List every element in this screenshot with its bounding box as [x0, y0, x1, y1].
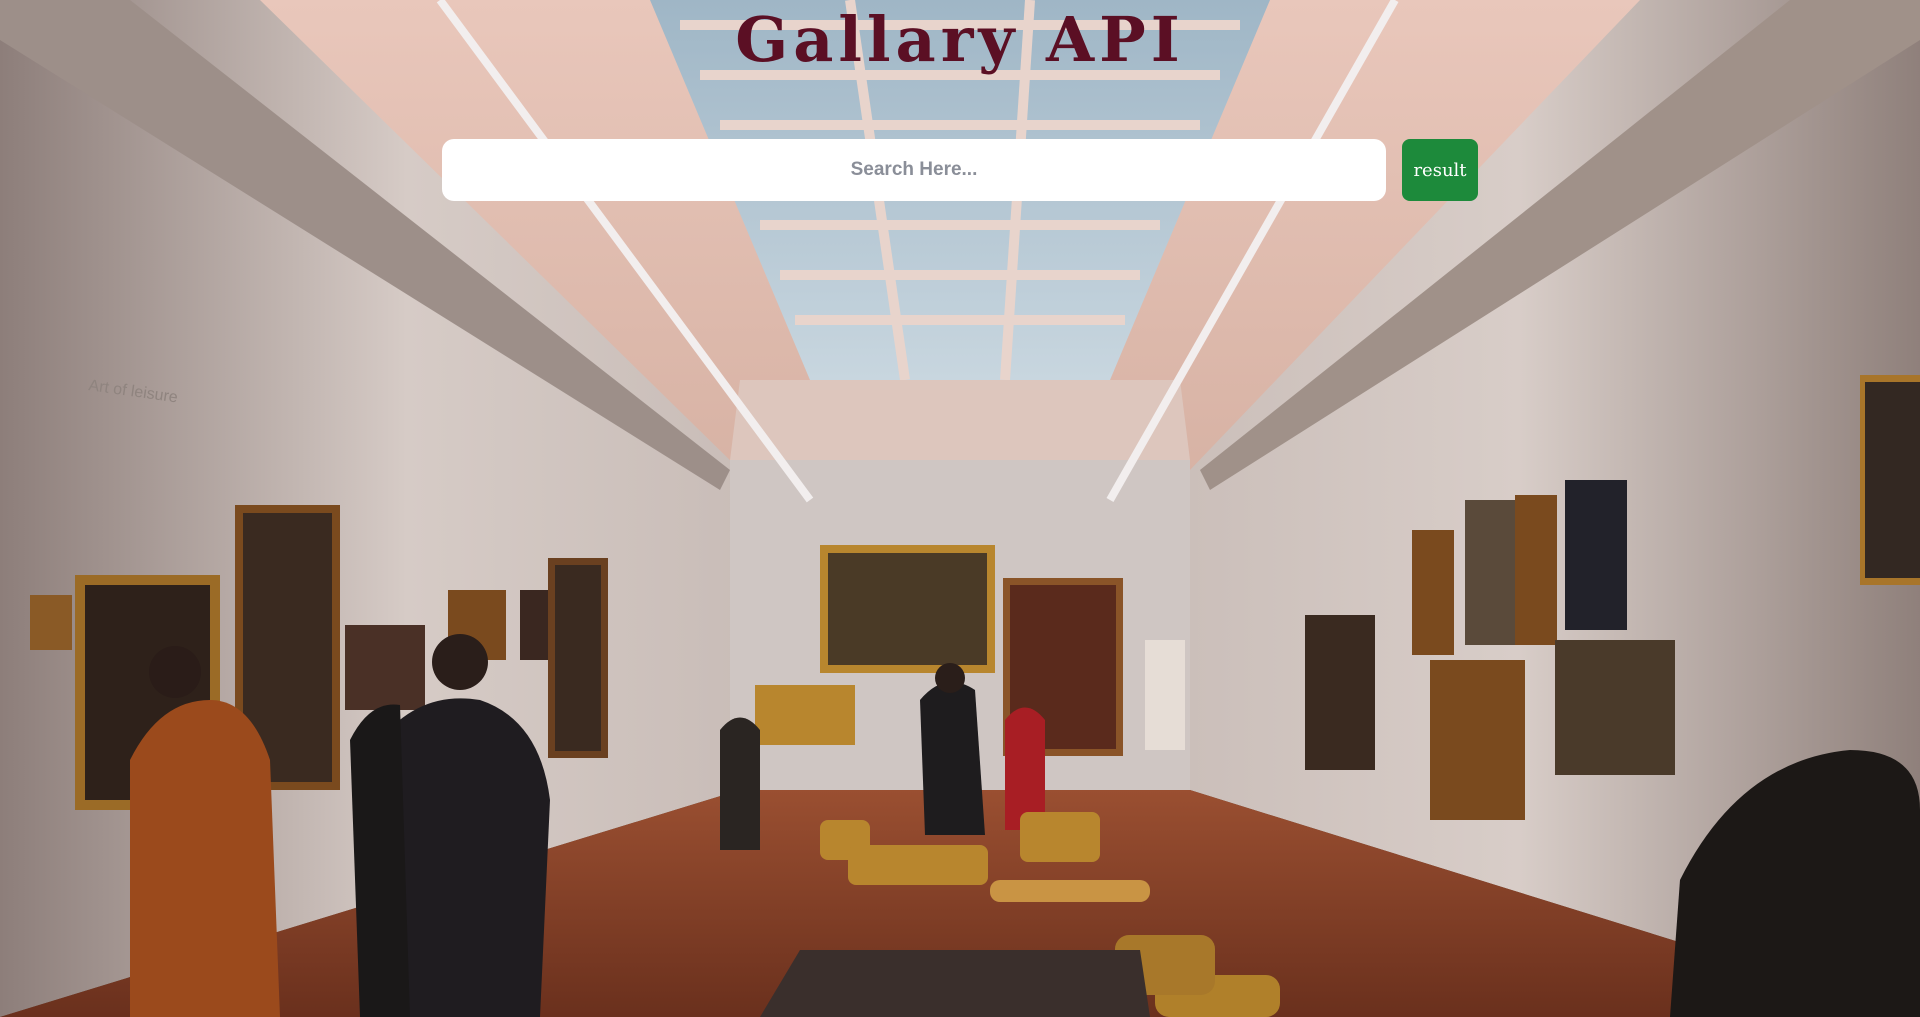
page-title: Gallary API: [735, 3, 1185, 76]
page: Art of leisure Gallary API result: [0, 0, 1920, 1017]
result-button[interactable]: result: [1402, 139, 1478, 201]
search-input[interactable]: [442, 139, 1386, 201]
